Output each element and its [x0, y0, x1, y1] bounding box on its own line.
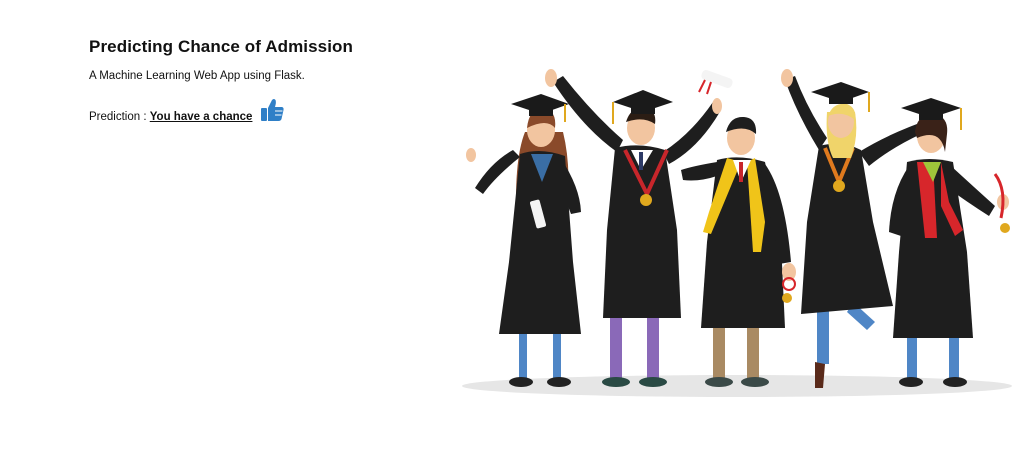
prediction-result: You have a chance — [149, 111, 253, 123]
page: Predicting Chance of Admission A Machine… — [0, 0, 1016, 453]
graduate-1 — [466, 94, 581, 387]
graduates-illustration — [462, 69, 1012, 397]
thumbs-up-icon — [258, 96, 286, 124]
graduate-3 — [681, 116, 796, 387]
prediction-line: Prediction : You have a chance — [89, 111, 252, 123]
ground-shadow — [462, 375, 1012, 397]
page-subtitle: A Machine Learning Web App using Flask. — [89, 70, 305, 82]
prediction-label: Prediction : — [89, 111, 147, 123]
graduate-5 — [889, 98, 1010, 387]
page-title: Predicting Chance of Admission — [89, 37, 354, 56]
